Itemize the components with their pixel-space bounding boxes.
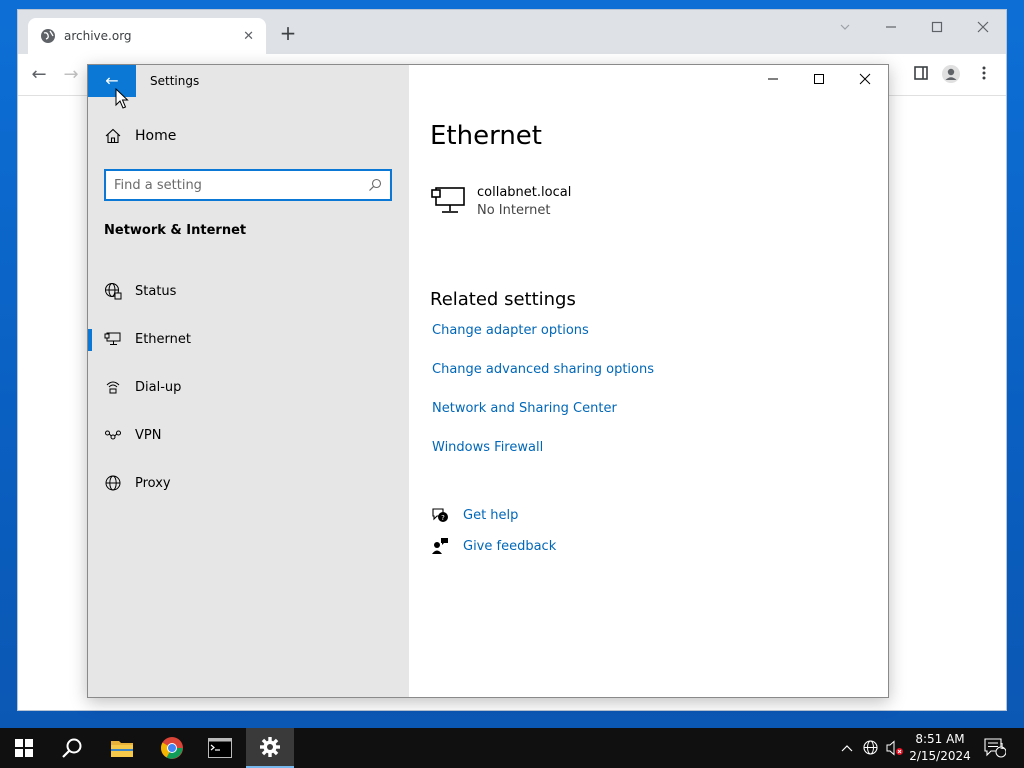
taskbar: 8:51 AM 2/15/2024 1 xyxy=(0,728,1024,768)
volume-tray-button[interactable] xyxy=(884,728,906,768)
close-button[interactable] xyxy=(842,65,888,97)
get-help-link[interactable]: Get help xyxy=(463,508,518,523)
chevron-down-icon[interactable] xyxy=(830,16,860,42)
gear-icon xyxy=(260,737,280,757)
get-help-icon: ? xyxy=(432,508,448,522)
search-taskbar-button[interactable] xyxy=(48,728,96,768)
home-icon xyxy=(105,128,121,144)
get-help-row[interactable]: ? Get help xyxy=(431,506,518,524)
forward-arrow-icon[interactable]: → xyxy=(60,64,82,86)
link-windows-firewall[interactable]: Windows Firewall xyxy=(432,440,543,455)
windows-logo-icon xyxy=(15,739,33,757)
nav-item-proxy[interactable]: Proxy xyxy=(88,463,409,503)
tab-title: archive.org xyxy=(64,29,132,43)
show-hidden-icons-button[interactable] xyxy=(838,728,856,768)
terminal-button[interactable] xyxy=(196,728,244,768)
ethernet-icon xyxy=(104,332,121,345)
settings-window: ← Settings Home Network & Internet Stat xyxy=(87,64,889,698)
mouse-cursor-icon xyxy=(115,88,129,109)
proxy-globe-icon xyxy=(105,475,121,491)
search-icon xyxy=(62,738,82,758)
settings-content-pane: Ethernet collabnet.local No Internet Rel… xyxy=(409,65,888,697)
nav-label: Ethernet xyxy=(135,331,191,347)
new-tab-button[interactable]: + xyxy=(278,23,298,44)
nav-label: Status xyxy=(135,283,177,299)
related-settings-heading: Related settings xyxy=(430,289,576,310)
maximize-button[interactable] xyxy=(796,65,842,97)
browser-minimize-button[interactable] xyxy=(876,16,906,42)
file-explorer-button[interactable] xyxy=(98,728,146,768)
side-panel-icon[interactable] xyxy=(910,64,932,86)
network-name: collabnet.local xyxy=(477,185,572,200)
app-title: Settings xyxy=(150,74,200,88)
start-button[interactable] xyxy=(0,728,48,768)
nav-item-dialup[interactable]: Dial-up xyxy=(88,367,409,407)
settings-nav-pane: ← Settings Home Network & Internet Stat xyxy=(88,65,409,697)
home-label: Home xyxy=(135,128,177,144)
network-globe-icon xyxy=(863,740,878,755)
tab-close-icon[interactable]: ✕ xyxy=(243,29,254,44)
nav-item-vpn[interactable]: VPN xyxy=(88,415,409,455)
more-menu-icon[interactable] xyxy=(973,64,995,86)
link-change-advanced-sharing[interactable]: Change advanced sharing options xyxy=(432,362,654,377)
chevron-up-icon xyxy=(841,745,853,752)
network-tray-button[interactable] xyxy=(860,728,882,768)
globe-icon xyxy=(41,29,55,43)
network-connection[interactable]: collabnet.local No Internet xyxy=(431,185,571,218)
chrome-button[interactable] xyxy=(148,728,196,768)
link-network-sharing-center[interactable]: Network and Sharing Center xyxy=(432,401,617,416)
nav-label: Dial-up xyxy=(135,379,182,395)
profile-avatar-icon[interactable] xyxy=(940,64,962,86)
settings-taskbar-button[interactable] xyxy=(246,728,294,768)
nav-item-status[interactable]: Status xyxy=(88,271,409,311)
system-clock[interactable]: 8:51 AM 2/15/2024 xyxy=(905,731,975,765)
svg-text:?: ? xyxy=(441,514,445,522)
nav-home[interactable]: Home xyxy=(104,127,176,145)
notification-center-button[interactable]: 1 xyxy=(980,728,1010,768)
folder-icon xyxy=(111,741,133,757)
give-feedback-row[interactable]: Give feedback xyxy=(431,537,556,555)
terminal-icon xyxy=(208,738,232,758)
network-status: No Internet xyxy=(477,203,551,218)
page-title: Ethernet xyxy=(430,121,542,151)
browser-close-button[interactable] xyxy=(968,16,998,42)
clock-time: 8:51 AM xyxy=(915,732,965,746)
chrome-icon xyxy=(161,737,183,759)
give-feedback-link[interactable]: Give feedback xyxy=(463,539,556,554)
search-icon xyxy=(369,178,382,191)
minimize-button[interactable] xyxy=(750,65,796,97)
browser-maximize-button[interactable] xyxy=(922,16,952,42)
link-change-adapter-options[interactable]: Change adapter options xyxy=(432,323,589,338)
dialup-icon xyxy=(106,381,120,394)
status-globe-icon xyxy=(105,283,122,300)
category-heading: Network & Internet xyxy=(104,223,247,238)
ethernet-network-icon xyxy=(431,187,465,213)
clock-date: 2/15/2024 xyxy=(909,749,971,763)
nav-label: Proxy xyxy=(135,475,171,491)
back-arrow-icon[interactable]: ← xyxy=(28,64,50,86)
vpn-icon xyxy=(105,430,121,440)
search-box[interactable] xyxy=(104,169,392,201)
nav-item-ethernet[interactable]: Ethernet xyxy=(88,319,409,359)
browser-tabstrip: archive.org ✕ + xyxy=(18,10,1006,54)
speaker-muted-icon xyxy=(886,740,903,756)
browser-tab[interactable]: archive.org ✕ xyxy=(28,18,266,54)
notification-count: 1 xyxy=(999,742,1005,751)
nav-label: VPN xyxy=(135,427,162,443)
give-feedback-icon xyxy=(432,538,448,554)
search-input[interactable] xyxy=(114,177,368,193)
